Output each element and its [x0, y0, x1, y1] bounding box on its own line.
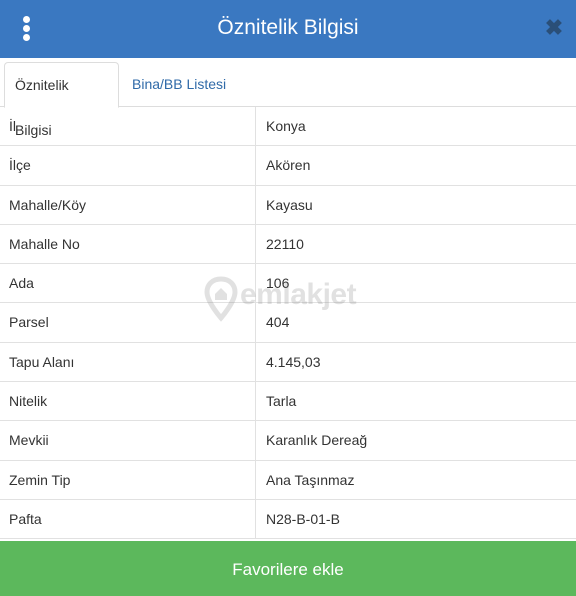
attribute-key: Mevkii — [0, 421, 256, 460]
close-icon[interactable]: ✖ — [542, 15, 566, 41]
table-row: İlçe Akören — [0, 146, 576, 186]
attribute-key: Nitelik — [0, 382, 256, 421]
attribute-value: Akören — [266, 157, 311, 174]
tab-bar: Öznitelik Bilgisi Bina/BB Listesi — [0, 58, 576, 138]
attribute-key: Pafta — [0, 499, 256, 539]
attribute-value: Tarla — [266, 393, 297, 410]
attribute-value: Karanlık Dereağ — [266, 432, 368, 449]
attribute-value: 22110 — [266, 235, 304, 252]
attribute-table: İl Konya İlçe Akören Mahalle/Köy Kayasu … — [0, 107, 576, 540]
attribute-key: Mahalle/Köy — [0, 185, 256, 224]
dialog-title: Öznitelik Bilgisi — [217, 16, 359, 39]
attribute-value: 4.145,03 — [266, 353, 321, 370]
dialog-header: Öznitelik Bilgisi ✖ — [0, 0, 576, 58]
attribute-key: Ada — [0, 264, 256, 303]
table-row: Tapu Alanı 4.145,03 — [0, 342, 576, 383]
tab-bina-bb-listesi[interactable]: Bina/BB Listesi — [122, 62, 236, 108]
attribute-value: Ana Taşınmaz — [266, 471, 355, 488]
table-row: Mahalle/Köy Kayasu — [0, 185, 576, 225]
attribute-value: 106 — [266, 275, 290, 292]
add-to-favorites-button[interactable]: Favorilere ekle — [0, 541, 576, 596]
table-row: İl Konya — [0, 107, 576, 147]
menu-dot — [23, 16, 30, 23]
attribute-key: Zemin Tip — [0, 460, 256, 499]
attribute-key: Mahalle No — [0, 224, 256, 264]
table-row: Zemin Tip Ana Taşınmaz — [0, 460, 576, 500]
vertical-ellipsis-icon[interactable] — [14, 10, 40, 46]
menu-dot — [23, 25, 30, 32]
table-row: Nitelik Tarla — [0, 382, 576, 422]
table-row: Parsel 404 — [0, 303, 576, 343]
attribute-key: İl — [0, 107, 256, 146]
attribute-key: İlçe — [0, 146, 256, 185]
table-row: Pafta N28-B-01-B — [0, 499, 576, 540]
menu-dot — [23, 34, 30, 41]
attribute-value: Kayasu — [266, 196, 313, 213]
tab-oznitelik-bilgisi[interactable]: Öznitelik Bilgisi — [4, 62, 119, 138]
table-row: Ada 106 — [0, 264, 576, 304]
attribute-value: Konya — [266, 118, 306, 134]
table-row: Mevkii Karanlık Dereağ — [0, 421, 576, 461]
table-row: Mahalle No 22110 — [0, 224, 576, 265]
attribute-key: Tapu Alanı — [0, 342, 256, 382]
attribute-value: N28-B-01-B — [266, 510, 340, 527]
attribute-key: Parsel — [0, 303, 256, 342]
attribute-value: 404 — [266, 314, 290, 331]
